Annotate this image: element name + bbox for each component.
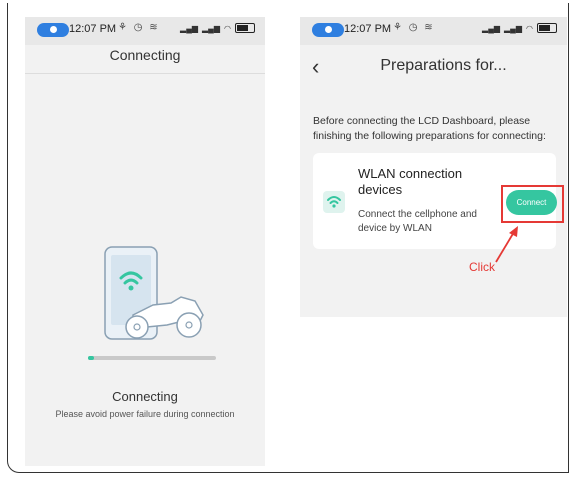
click-annotation-label: Click	[469, 260, 495, 274]
annotation-arrow	[495, 226, 518, 263]
